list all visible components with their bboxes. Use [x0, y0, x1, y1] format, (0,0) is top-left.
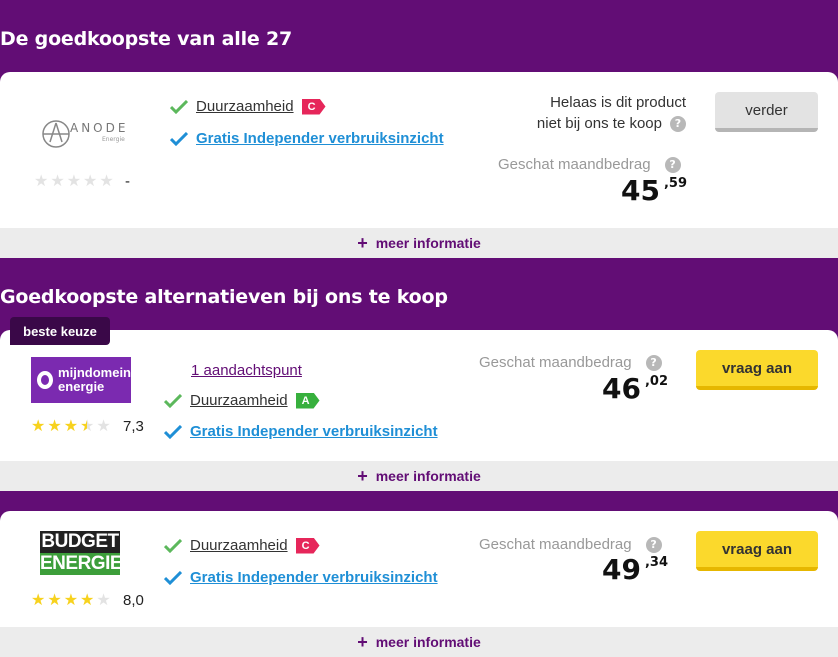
insight-link[interactable]: Gratis Independer verbruiksinzicht	[196, 130, 444, 147]
sustainability-link[interactable]: Duurzaamheid	[190, 537, 288, 554]
more-info-bar[interactable]: + meer informatie	[0, 228, 838, 258]
sustainability-link[interactable]: Duurzaamheid	[190, 392, 288, 409]
feature-sustainability: Duurzaamheid C	[170, 98, 326, 115]
feature-sustainability: Duurzaamheid C	[164, 537, 320, 554]
star-icon: ★	[63, 416, 79, 435]
mijndomein-logo-icon	[37, 371, 54, 389]
estimated-amount-label: Geschat maandbedrag ?	[479, 536, 662, 553]
price-euros: 49	[602, 553, 641, 586]
price-cents: ,34	[644, 555, 668, 570]
section-title-alternatives: Goedkoopste alternatieven bij ons te koo…	[0, 286, 448, 308]
help-icon[interactable]: ?	[645, 354, 662, 371]
estimated-label-text: Geschat maandbedrag	[479, 536, 632, 553]
sustainability-grade-badge: C	[301, 98, 326, 115]
rating-stars: ★ ★ ★ ★ ★	[31, 418, 111, 434]
help-icon[interactable]: ?	[645, 536, 662, 553]
check-icon	[170, 99, 188, 114]
budget-logo-line1: BUDGET	[40, 531, 120, 553]
plus-icon: +	[357, 233, 368, 253]
rating-value: 8,0	[123, 592, 144, 609]
check-icon	[164, 393, 182, 408]
price-euros: 46	[602, 372, 641, 405]
star-icon: ★	[83, 171, 98, 190]
monthly-price: 49 ,34	[602, 555, 668, 585]
offer-card-budget-energie: BUDGET ENERGIE ★ ★ ★ ★ ★ 8,0 Duurzaamhei…	[0, 511, 838, 657]
star-icon: ★	[34, 171, 49, 190]
best-choice-badge: beste keuze	[10, 317, 110, 345]
estimated-amount-label: Geschat maandbedrag ?	[479, 354, 662, 371]
sustainability-grade-badge: C	[295, 537, 320, 554]
plus-icon: +	[357, 466, 368, 486]
plus-icon: +	[357, 632, 368, 652]
rating-value: 7,3	[123, 418, 144, 435]
feature-insight: Gratis Independer verbruiksinzicht	[170, 130, 444, 147]
budget-logo-line2: ENERGIE	[40, 553, 123, 575]
help-icon[interactable]: ?	[664, 156, 681, 173]
svg-text:Energie: Energie	[102, 136, 125, 143]
mijndomein-logo-line2: energie	[58, 379, 105, 394]
feature-insight: Gratis Independer verbruiksinzicht	[164, 569, 438, 586]
rating-stars: ★ ★ ★ ★ ★	[31, 592, 111, 608]
star-icon: ★	[96, 590, 111, 609]
monthly-price: 46 ,02	[602, 374, 668, 404]
not-for-sale-notice: Helaas is dit product niet bij ons te ko…	[537, 92, 686, 134]
price-euros: 45	[621, 174, 660, 207]
star-icon: ★	[63, 590, 79, 609]
star-icon: ★	[47, 416, 62, 435]
estimated-label-text: Geschat maandbedrag	[479, 354, 632, 371]
insight-link[interactable]: Gratis Independer verbruiksinzicht	[190, 423, 438, 440]
more-info-label: meer informatie	[375, 235, 481, 251]
check-icon	[170, 131, 188, 146]
star-icon: ★	[96, 416, 111, 435]
star-icon: ★	[50, 171, 65, 190]
star-icon: ★	[66, 171, 82, 190]
monthly-price: 45 ,59	[621, 176, 687, 206]
offer-card-mijndomein: mijndomein energie ★ ★ ★ ★ ★ 7,3 1 aanda…	[0, 330, 838, 491]
sustainability-grade-badge: A	[295, 392, 320, 409]
verder-button[interactable]: verder	[715, 92, 818, 132]
svg-text:ANODE: ANODE	[70, 121, 128, 135]
request-button[interactable]: vraag aan	[696, 531, 818, 571]
budget-energie-logo: BUDGET ENERGIE	[40, 531, 123, 575]
check-icon	[164, 538, 182, 553]
request-button[interactable]: vraag aan	[696, 350, 818, 390]
star-icon: ★	[31, 416, 46, 435]
rating-stars: ★ ★ ★ ★ ★	[34, 173, 114, 189]
star-icon: ★	[47, 590, 62, 609]
insight-link[interactable]: Gratis Independer verbruiksinzicht	[190, 569, 438, 586]
rating-value: -	[125, 173, 130, 190]
price-cents: ,59	[663, 176, 687, 191]
star-icon: ★	[31, 590, 46, 609]
mijndomein-logo-line1: mijndomein	[58, 365, 131, 380]
section-title-cheapest: De goedkoopste van alle 27	[0, 28, 293, 50]
more-info-bar[interactable]: + meer informatie	[0, 461, 838, 491]
check-icon	[164, 570, 182, 585]
star-half-icon: ★	[80, 416, 95, 435]
estimated-amount-label: Geschat maandbedrag ?	[498, 156, 681, 173]
not-for-sale-line1: Helaas is dit product	[550, 94, 686, 111]
attention-point: 1 aandachtspunt	[191, 362, 302, 379]
more-info-label: meer informatie	[375, 634, 481, 650]
mijndomein-logo: mijndomein energie	[31, 357, 131, 403]
more-info-label: meer informatie	[375, 468, 481, 484]
feature-sustainability: Duurzaamheid A	[164, 392, 320, 409]
not-for-sale-line2: niet bij ons te koop	[536, 115, 662, 132]
star-icon: ★	[80, 590, 95, 609]
price-cents: ,02	[644, 374, 668, 389]
help-icon[interactable]: ?	[670, 115, 686, 132]
offer-card-anode: ANODE Energie ★ ★ ★ ★ ★ - Duurzaamheid C…	[0, 72, 838, 258]
star-icon: ★	[99, 171, 114, 190]
attention-point-link[interactable]: 1 aandachtspunt	[191, 362, 302, 379]
check-icon	[164, 424, 182, 439]
more-info-bar[interactable]: + meer informatie	[0, 627, 838, 657]
estimated-label-text: Geschat maandbedrag	[498, 156, 651, 173]
sustainability-link[interactable]: Duurzaamheid	[196, 98, 294, 115]
anode-logo: ANODE Energie	[40, 116, 135, 152]
feature-insight: Gratis Independer verbruiksinzicht	[164, 423, 438, 440]
